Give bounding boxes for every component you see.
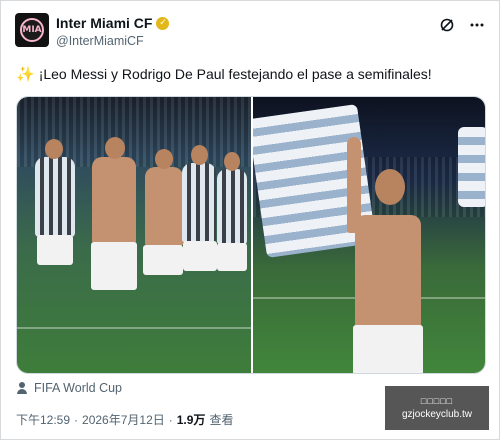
player-head [105,137,125,159]
tweet-meta: 下午12:59 · 2026年7月12日 · 1.9万 查看 [16,411,233,428]
photo-messi-flag[interactable] [253,97,485,373]
grok-icon[interactable] [437,15,457,35]
player-arm [347,137,361,233]
pitch-line [17,327,251,329]
location-label: FIFA World Cup [34,381,122,395]
player-head [224,152,240,171]
tweet-text: ✨ ¡Leo Messi y Rodrigo De Paul festejand… [16,65,486,83]
watermark-url: gzjockeyclub.tw [401,409,473,420]
crest-icon: MIA [20,18,44,42]
verified-badge-icon[interactable]: ✓ [156,16,170,30]
player-figure [92,157,136,245]
tweet-card: MIA Inter Miami CF ✓ @InterMiamiCF ✨ ¡Le… [0,0,500,440]
player-shorts [91,242,137,290]
player-figure [182,163,216,243]
player-head [155,149,173,169]
name-row: Inter Miami CF ✓ [56,15,170,31]
watermark: □□□□□ gzjockeyclub.tw [385,386,489,430]
display-name[interactable]: Inter Miami CF [56,15,152,31]
player-figure [145,167,183,247]
tweet-time[interactable]: 下午12:59 [16,411,70,428]
tweet-header: MIA Inter Miami CF ✓ @InterMiamiCF [15,13,487,53]
player-head [375,169,405,205]
tweet-body: ¡Leo Messi y Rodrigo De Paul festejando … [38,66,432,82]
tweet-date[interactable]: 2026年7月12日 [82,411,165,428]
views-count: 1.9万 [176,413,206,427]
media-grid [16,96,486,374]
player-shorts [143,245,183,275]
watermark-title: □□□□□ [420,396,454,406]
sparkles-icon: ✨ [16,65,35,83]
player-shorts [183,241,217,271]
person-icon [16,382,28,394]
player-figure [355,215,421,333]
views-label: 查看 [209,413,234,427]
avatar[interactable]: MIA [15,13,49,47]
player-shorts [217,243,247,271]
player-shorts [37,235,73,265]
user-handle[interactable]: @InterMiamiCF [56,34,144,48]
meta-separator: · [168,412,173,427]
photo-celebration-group[interactable] [17,97,251,373]
player-head [191,145,208,165]
player-figure [217,169,247,245]
player-shorts [353,325,423,373]
location-tag[interactable]: FIFA World Cup [16,381,122,395]
avatar-text: MIA [22,25,42,35]
more-icon[interactable] [467,15,487,35]
argentina-flag [458,127,485,207]
meta-separator: · [74,412,79,427]
player-figure [35,157,75,237]
header-actions [437,15,487,35]
player-head [45,139,63,159]
